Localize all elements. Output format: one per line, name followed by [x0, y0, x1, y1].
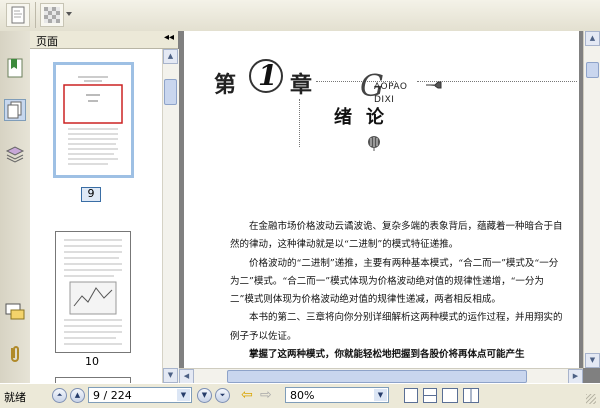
page-thumbnail-icon[interactable]: [6, 3, 30, 27]
previous-page-button[interactable]: ▲: [70, 388, 85, 403]
forward-icon[interactable]: ⇨: [260, 387, 272, 403]
ornament-icon: [368, 136, 380, 151]
scroll-right-icon[interactable]: ▶: [568, 369, 583, 384]
zoom-field[interactable]: 80% ▼: [285, 387, 389, 403]
thumbnail-scrollbar[interactable]: ▲ ▼: [162, 49, 179, 383]
page-thumbnail-9[interactable]: [53, 62, 134, 178]
scroll-down-icon[interactable]: ▼: [163, 368, 178, 383]
toolbar-separator: [35, 2, 36, 28]
paragraph: 价格波动的“二进制”递推，主要有两种基本模式，“合二而一”模式及“一分为二”模式…: [230, 257, 559, 306]
horizontal-scroll-thumb[interactable]: [227, 370, 527, 383]
thumbnail-list: 9 10: [30, 49, 162, 383]
page-dropdown-icon[interactable]: ▼: [177, 389, 190, 401]
first-page-button[interactable]: ⏶: [52, 388, 67, 403]
chapter-number: 1: [258, 59, 278, 92]
logo-line1: AOPAO: [374, 82, 408, 92]
facing-view-icon[interactable]: [442, 388, 458, 403]
zoom-value[interactable]: 80%: [290, 389, 314, 402]
thumbnail-content-10: [64, 239, 122, 345]
resize-grip-icon[interactable]: [586, 394, 596, 404]
top-toolbar: [0, 0, 600, 32]
pages-panel: 页面 ◂◂ 9 10 ▲ ▼: [30, 31, 179, 383]
body-text: 在金融市场价格波动云谲波诡、复杂多端的表象背后，蕴藏着一种暗合于自然的律动，这种…: [230, 218, 564, 364]
thumbnail-scroll-thumb[interactable]: [164, 79, 177, 105]
paragraph: 掌握了这两种模式，你就能轻松地把握到各股价将再体点可能产生: [249, 349, 525, 361]
status-text: 就绪: [4, 391, 26, 404]
scroll-down-icon[interactable]: ▼: [585, 353, 600, 368]
continuous-facing-view-icon[interactable]: [463, 388, 479, 403]
dotted-divider: [299, 99, 300, 147]
back-icon[interactable]: ⇦: [241, 387, 253, 403]
scroll-left-icon[interactable]: ◀: [179, 369, 194, 384]
thumbnail-content-9: [63, 76, 123, 165]
chapter-title: 绪论: [334, 107, 398, 128]
bookmark-icon[interactable]: [4, 57, 26, 79]
paragraph: 本书的第二、三章将向你分别详细解析这两种模式的运作过程，并用翔实的例子予以佐证。: [230, 312, 563, 342]
chapter-suffix: 章: [290, 72, 313, 98]
pages-panel-header: 页面 ◂◂: [30, 31, 178, 49]
pages-icon[interactable]: [4, 99, 26, 121]
page-number-value[interactable]: 9 / 224: [93, 389, 132, 402]
comments-icon[interactable]: [4, 301, 26, 323]
page-thumbnail-10[interactable]: [55, 231, 131, 353]
next-page-button[interactable]: ▼: [197, 388, 212, 403]
paragraph: 在金融市场价格波动云谲波诡、复杂多端的表象背后，蕴藏着一种暗合于自然的律动，这种…: [230, 221, 563, 251]
hand-pointer-icon: [426, 81, 442, 89]
checker-icon[interactable]: [40, 3, 64, 27]
layers-icon[interactable]: [4, 143, 26, 165]
zoom-dropdown-icon[interactable]: ▼: [374, 389, 387, 401]
status-bar: 就绪 ⏶ ▲ 9 / 224 ▼ ▼ ⏷ ⇦ ⇨ 80% ▼: [0, 383, 600, 408]
last-page-button[interactable]: ⏷: [215, 388, 230, 403]
document-viewer: 第 1 章 G AOPAO DIXI 绪论 在金融市场价格波动云谲波诡、复杂多端…: [179, 31, 600, 384]
thumbnail-label-9: 9: [81, 187, 101, 202]
continuous-view-icon[interactable]: [423, 388, 437, 403]
pages-panel-title: 页面: [36, 35, 58, 48]
document-horizontal-scrollbar[interactable]: ◀ ▶: [179, 368, 583, 384]
document-vertical-scrollbar[interactable]: ▲ ▼: [583, 31, 600, 368]
thumbnail-label-10: 10: [85, 355, 99, 368]
attachment-icon[interactable]: [4, 343, 26, 365]
dropdown-arrow-icon[interactable]: [66, 12, 72, 16]
collapse-panel-icon[interactable]: ◂◂: [164, 32, 174, 43]
page-number-field[interactable]: 9 / 224 ▼: [88, 387, 192, 403]
scroll-up-icon[interactable]: ▲: [585, 31, 600, 46]
single-page-view-icon[interactable]: [404, 388, 418, 403]
scroll-up-icon[interactable]: ▲: [163, 49, 178, 64]
navigation-rail: [0, 31, 31, 383]
chapter-prefix: 第: [214, 72, 237, 98]
document-page: 第 1 章 G AOPAO DIXI 绪论 在金融市场价格波动云谲波诡、复杂多端…: [184, 31, 579, 368]
document-scroll-thumb[interactable]: [586, 62, 599, 78]
